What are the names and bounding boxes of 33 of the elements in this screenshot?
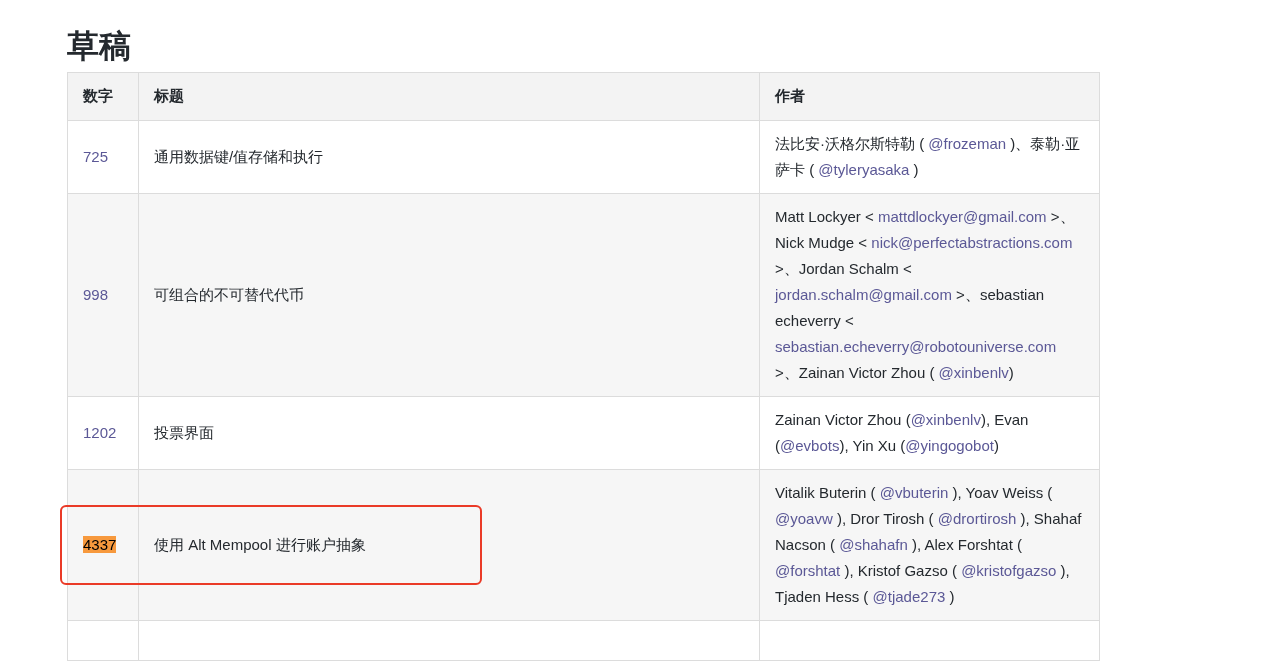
- author-link[interactable]: @shahafn: [839, 536, 908, 553]
- proposal-title: 投票界面: [154, 423, 214, 441]
- proposal-number-link[interactable]: 1202: [83, 423, 117, 441]
- author-link[interactable]: @tyleryasaka: [818, 161, 910, 178]
- proposal-title: 通用数据键/值存储和执行: [154, 147, 324, 165]
- author-link[interactable]: @tjade273: [872, 588, 946, 605]
- proposal-number-link[interactable]: 998: [83, 285, 109, 303]
- author-link[interactable]: @yoavw: [775, 510, 833, 527]
- author-link[interactable]: mattdlockyer@gmail.com: [877, 208, 1047, 225]
- author-link[interactable]: @vbuterin: [879, 484, 949, 501]
- author-link[interactable]: @evbots: [780, 437, 840, 454]
- author-link[interactable]: @kristofgazso: [961, 562, 1057, 579]
- author-link[interactable]: nick@perfectabstractions.com: [871, 234, 1073, 251]
- author-link[interactable]: jordan.schalm@gmail.com: [775, 286, 952, 303]
- author-link[interactable]: sebastian.echeverry@robotouniverse.com: [775, 338, 1057, 355]
- author-link[interactable]: @drortirosh: [937, 510, 1017, 527]
- page-heading: 草稿: [67, 27, 131, 66]
- column-header: 标题: [154, 87, 184, 105]
- author-list: Zainan Victor Zhou (@xinbenlv), Evan (@evbots), Yin Xu (@yingogobot): [775, 407, 1084, 459]
- proposal-title: 可组合的不可替代代币: [154, 285, 304, 303]
- proposal-number-link[interactable]: 725: [83, 147, 109, 165]
- author-link[interactable]: @xinbenlv: [938, 364, 1009, 381]
- proposal-title: 使用 Alt Mempool 进行账户抽象: [154, 535, 366, 553]
- column-header: 作者: [775, 87, 805, 105]
- author-list: 法比安·沃格尔斯特勒 ( @frozeman )、泰勒·亚萨卡 ( @tyleryasaka ): [775, 131, 1084, 183]
- column-header: 数字: [83, 87, 113, 105]
- author-link[interactable]: @forshtat: [775, 562, 841, 579]
- author-link[interactable]: @frozeman: [928, 135, 1007, 152]
- author-link[interactable]: @yingogobot: [905, 437, 994, 454]
- author-list: Vitalik Buterin ( @vbuterin ), Yoav Weiss ( @yoavw ), Dror Tirosh ( @drortirosh ), Shahaf Nacson ( @shahafn ), Alex Forshtat ( @forshtat ), Kristof Gazso ( @kristofgazso ), Tjaden Hess ( @tjade273 ): [775, 480, 1084, 610]
- proposal-number-link[interactable]: 4337: [83, 535, 117, 553]
- author-link[interactable]: @xinbenlv: [910, 411, 981, 428]
- author-list: Matt Lockyer < mattdlockyer@gmail.com >、Nick Mudge < nick@perfectabstractions.com >、Jordan Schalm < jordan.schalm@gmail.com >、sebastian echeverry < sebastian.echeverry@robotouniverse.com >、Zainan Victor Zhou ( @xinbenlv): [775, 204, 1084, 386]
